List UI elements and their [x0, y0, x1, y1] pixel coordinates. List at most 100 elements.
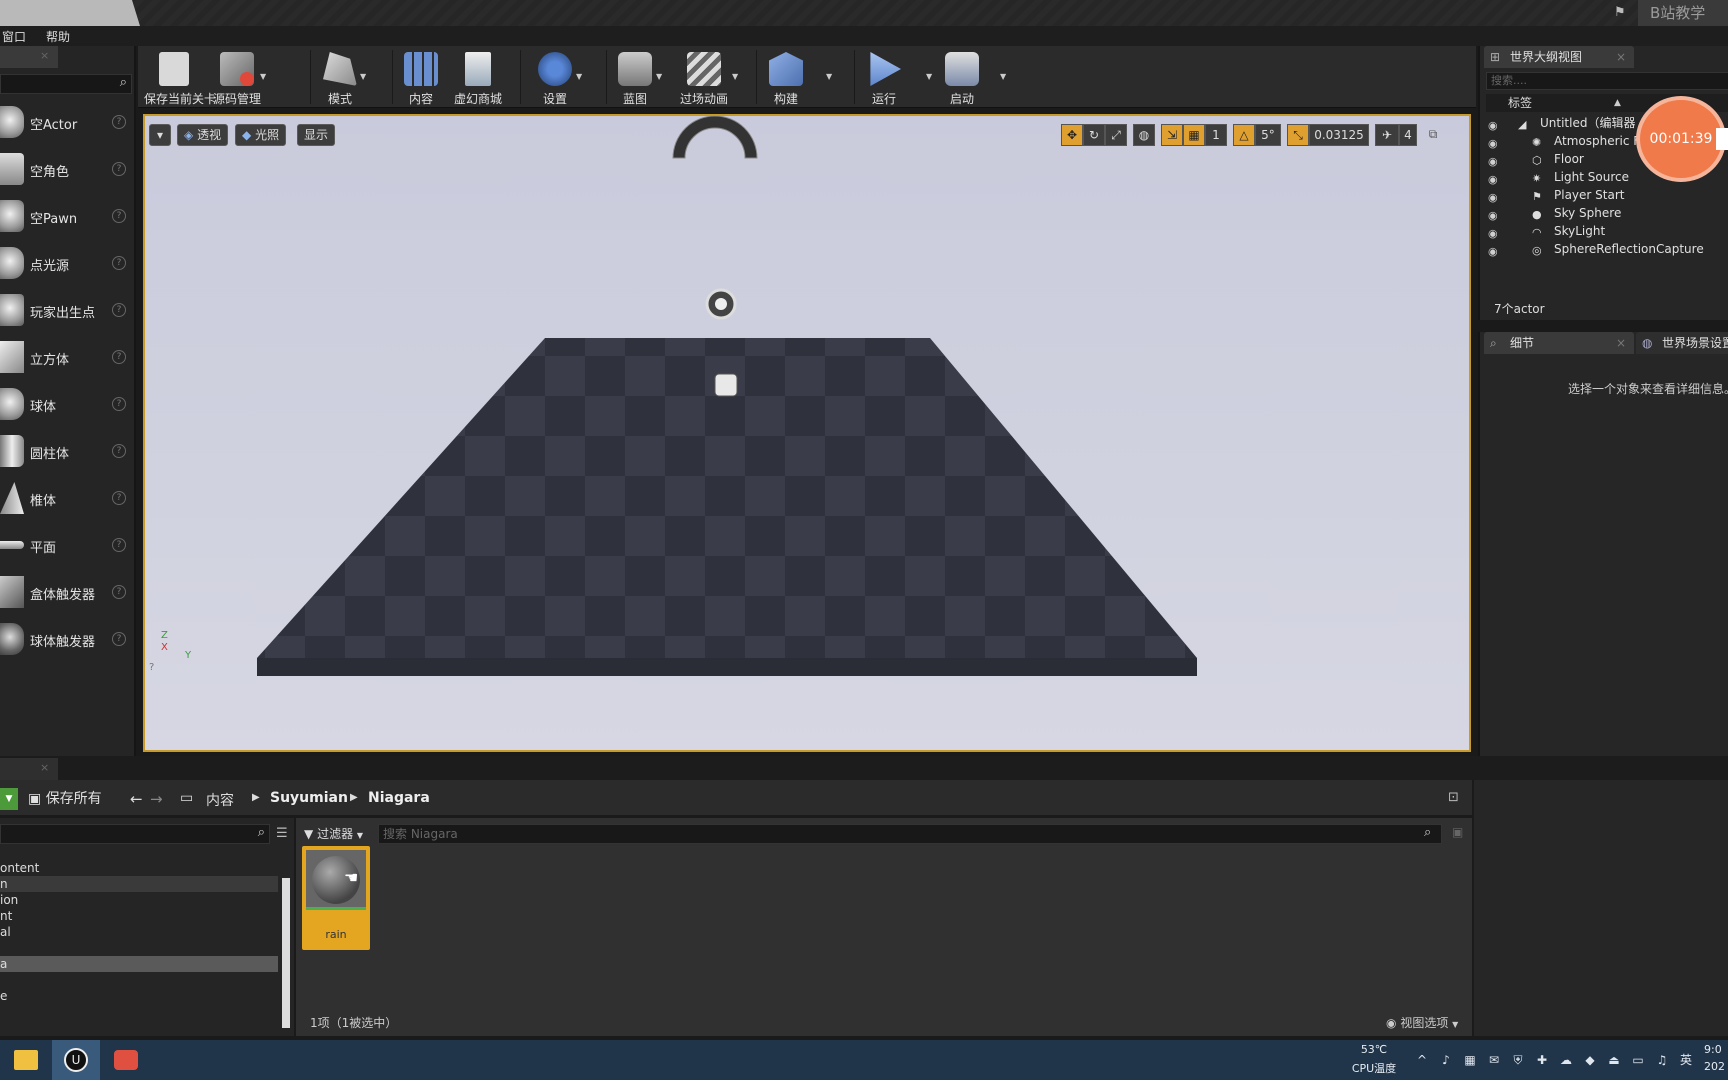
folder-search-input[interactable]: ⌕ [0, 824, 270, 844]
chevron-up-icon[interactable]: ^ [1414, 1052, 1430, 1068]
shield-icon[interactable]: ⛨ [1510, 1052, 1526, 1068]
chevron-down-icon[interactable]: ▼ [360, 72, 366, 81]
tree-item[interactable]: ion [0, 892, 278, 908]
help-icon[interactable]: ? [112, 303, 126, 317]
clock-time[interactable]: 9:0 [1704, 1043, 1722, 1056]
help-icon[interactable]: ? [112, 444, 126, 458]
help-icon[interactable]: ? [149, 662, 154, 673]
breadcrumb-separator-icon[interactable]: ▶ [252, 792, 260, 803]
menu-help[interactable]: 帮助 [46, 28, 70, 45]
save-level-button[interactable]: 保存当前关卡 [144, 46, 216, 108]
lock-icon[interactable]: ⊡ [1448, 790, 1459, 805]
save-all-button[interactable]: ▣ 保存所有 [28, 788, 102, 810]
content-button[interactable]: 内容 [398, 46, 444, 108]
place-item-sphere[interactable]: 球体 ? [0, 382, 134, 428]
clock-date[interactable]: 202 [1704, 1060, 1725, 1073]
help-icon[interactable]: ? [112, 209, 126, 223]
tree-item[interactable]: n [0, 876, 278, 892]
help-icon[interactable]: ? [112, 538, 126, 552]
add-new-dropdown[interactable]: ▼ [0, 788, 18, 810]
outliner-tab[interactable]: ⊞ 世界大纲视图 × [1484, 46, 1634, 68]
recorder-app-button[interactable] [102, 1040, 150, 1080]
sort-ascending-icon[interactable]: ▲ [1614, 94, 1621, 112]
help-icon[interactable]: ? [112, 397, 126, 411]
help-icon[interactable]: ? [112, 162, 126, 176]
usb-icon[interactable]: ⏏ [1606, 1052, 1622, 1068]
close-icon[interactable]: × [1616, 332, 1626, 354]
tree-item[interactable]: ontent [0, 860, 278, 876]
chevron-down-icon[interactable]: ▼ [576, 72, 582, 81]
build-button[interactable]: 构建 ▼ [762, 46, 832, 108]
tree-item[interactable]: a [0, 956, 278, 972]
tree-item[interactable]: nt [0, 908, 278, 924]
volume-icon[interactable]: ♫ [1654, 1052, 1670, 1068]
place-item-player-start[interactable]: 玩家出生点 ? [0, 288, 134, 334]
cloud-icon[interactable]: ☁ [1558, 1052, 1574, 1068]
recording-stop-icon[interactable] [1716, 128, 1728, 150]
eye-icon[interactable]: ◉ [1488, 243, 1498, 261]
place-item-point-light[interactable]: 点光源 ? [0, 241, 134, 287]
help-icon[interactable]: ? [112, 632, 126, 646]
help-icon[interactable]: ? [112, 256, 126, 270]
file-explorer-button[interactable] [2, 1040, 50, 1080]
breadcrumb-separator-icon[interactable]: ▶ [350, 792, 358, 803]
chevron-down-icon[interactable]: ▼ [260, 72, 266, 81]
close-icon[interactable]: × [40, 761, 49, 774]
folder-icon[interactable]: ▭ [180, 790, 193, 806]
place-item-cylinder[interactable]: 圆柱体 ? [0, 429, 134, 475]
place-panel-tab[interactable]: × [0, 46, 58, 68]
window-tab[interactable] [0, 0, 140, 26]
tree-scrollbar[interactable] [282, 878, 290, 1028]
blueprints-button[interactable]: 蓝图 ▼ [612, 46, 662, 108]
filter-button[interactable]: ▼ 过滤器 ▼ [304, 824, 363, 844]
close-icon[interactable]: × [40, 49, 49, 62]
unreal-engine-button[interactable]: U [52, 1040, 100, 1080]
outliner-row-player-start[interactable]: ◉ ⚑ Player Start [1480, 186, 1728, 204]
details-tab[interactable]: ⌕ 细节 × [1484, 332, 1634, 354]
outliner-row-sphere-reflection-capture[interactable]: ◉ ◎ SphereReflectionCapture [1480, 240, 1728, 258]
chevron-down-icon[interactable]: ▼ [1000, 72, 1006, 81]
cinematics-button[interactable]: 过场动画 ▼ [674, 46, 738, 108]
wechat-icon[interactable]: ✉ [1486, 1052, 1502, 1068]
network-icon[interactable]: ▭ [1630, 1052, 1646, 1068]
place-search-input[interactable]: ⌕ [0, 74, 132, 94]
outliner-search-input[interactable]: 搜索.... [1486, 72, 1728, 90]
nvidia-icon[interactable]: ◆ [1582, 1052, 1598, 1068]
launch-button[interactable]: 启动 ▼ [938, 46, 1006, 108]
save-search-icon[interactable]: ▣ [1452, 825, 1463, 839]
place-item-sphere-trigger[interactable]: 球体触发器 ? [0, 617, 134, 663]
breadcrumb-suyumian[interactable]: Suyumian [270, 790, 348, 806]
input-language-indicator[interactable]: 英 [1678, 1052, 1694, 1068]
marketplace-button[interactable]: 虚幻商城 [448, 46, 508, 108]
menu-window[interactable]: 窗口 [2, 28, 26, 45]
outliner-row-sky-sphere[interactable]: ◉ ● Sky Sphere [1480, 204, 1728, 222]
chevron-down-icon[interactable]: ▼ [656, 72, 662, 81]
place-item-cone[interactable]: 椎体 ? [0, 476, 134, 522]
world-settings-tab[interactable]: ◍ 世界场景设置 [1636, 332, 1728, 354]
place-item-empty-actor[interactable]: 空Actor ? [0, 100, 134, 146]
help-icon[interactable]: ? [112, 585, 126, 599]
folder-view-options-icon[interactable]: ☰ [276, 826, 288, 841]
forward-arrow-icon[interactable]: → [150, 790, 163, 808]
view-options-button[interactable]: ◉ 视图选项 ▼ [1386, 1014, 1458, 1031]
tree-item[interactable]: al [0, 924, 278, 940]
level-viewport[interactable]: ▾ ◈ 透视 ◆ 光照 显示 ✥ ↻ ⤢ ◍ ⇲ ▦ 1 △ 5° ⤡ 0.03… [143, 114, 1471, 752]
back-arrow-icon[interactable]: ← [130, 790, 143, 808]
place-item-empty-pawn[interactable]: 空Pawn ? [0, 194, 134, 240]
place-item-cube[interactable]: 立方体 ? [0, 335, 134, 381]
content-browser-tab[interactable]: × [0, 758, 58, 780]
outliner-row-skylight[interactable]: ◉ ◠ SkyLight [1480, 222, 1728, 240]
chevron-down-icon[interactable]: ▼ [926, 72, 932, 81]
place-item-empty-character[interactable]: 空角色 ? [0, 147, 134, 193]
recording-timer[interactable]: 00:01:39 [1640, 100, 1722, 178]
microphone-icon[interactable]: ♪ [1438, 1052, 1454, 1068]
ime-settings-icon[interactable]: ▦ [1462, 1052, 1478, 1068]
breadcrumb-niagara[interactable]: Niagara [368, 790, 430, 806]
asset-tile-rain[interactable]: rain [302, 846, 370, 950]
place-item-plane[interactable]: 平面 ? [0, 523, 134, 569]
close-icon[interactable]: × [1616, 46, 1626, 68]
place-item-box-trigger[interactable]: 盒体触发器 ? [0, 570, 134, 616]
tree-item[interactable]: e [0, 988, 278, 1004]
asset-search-input[interactable]: 搜索 Niagara [378, 824, 1442, 844]
chevron-down-icon[interactable]: ▼ [826, 72, 832, 81]
